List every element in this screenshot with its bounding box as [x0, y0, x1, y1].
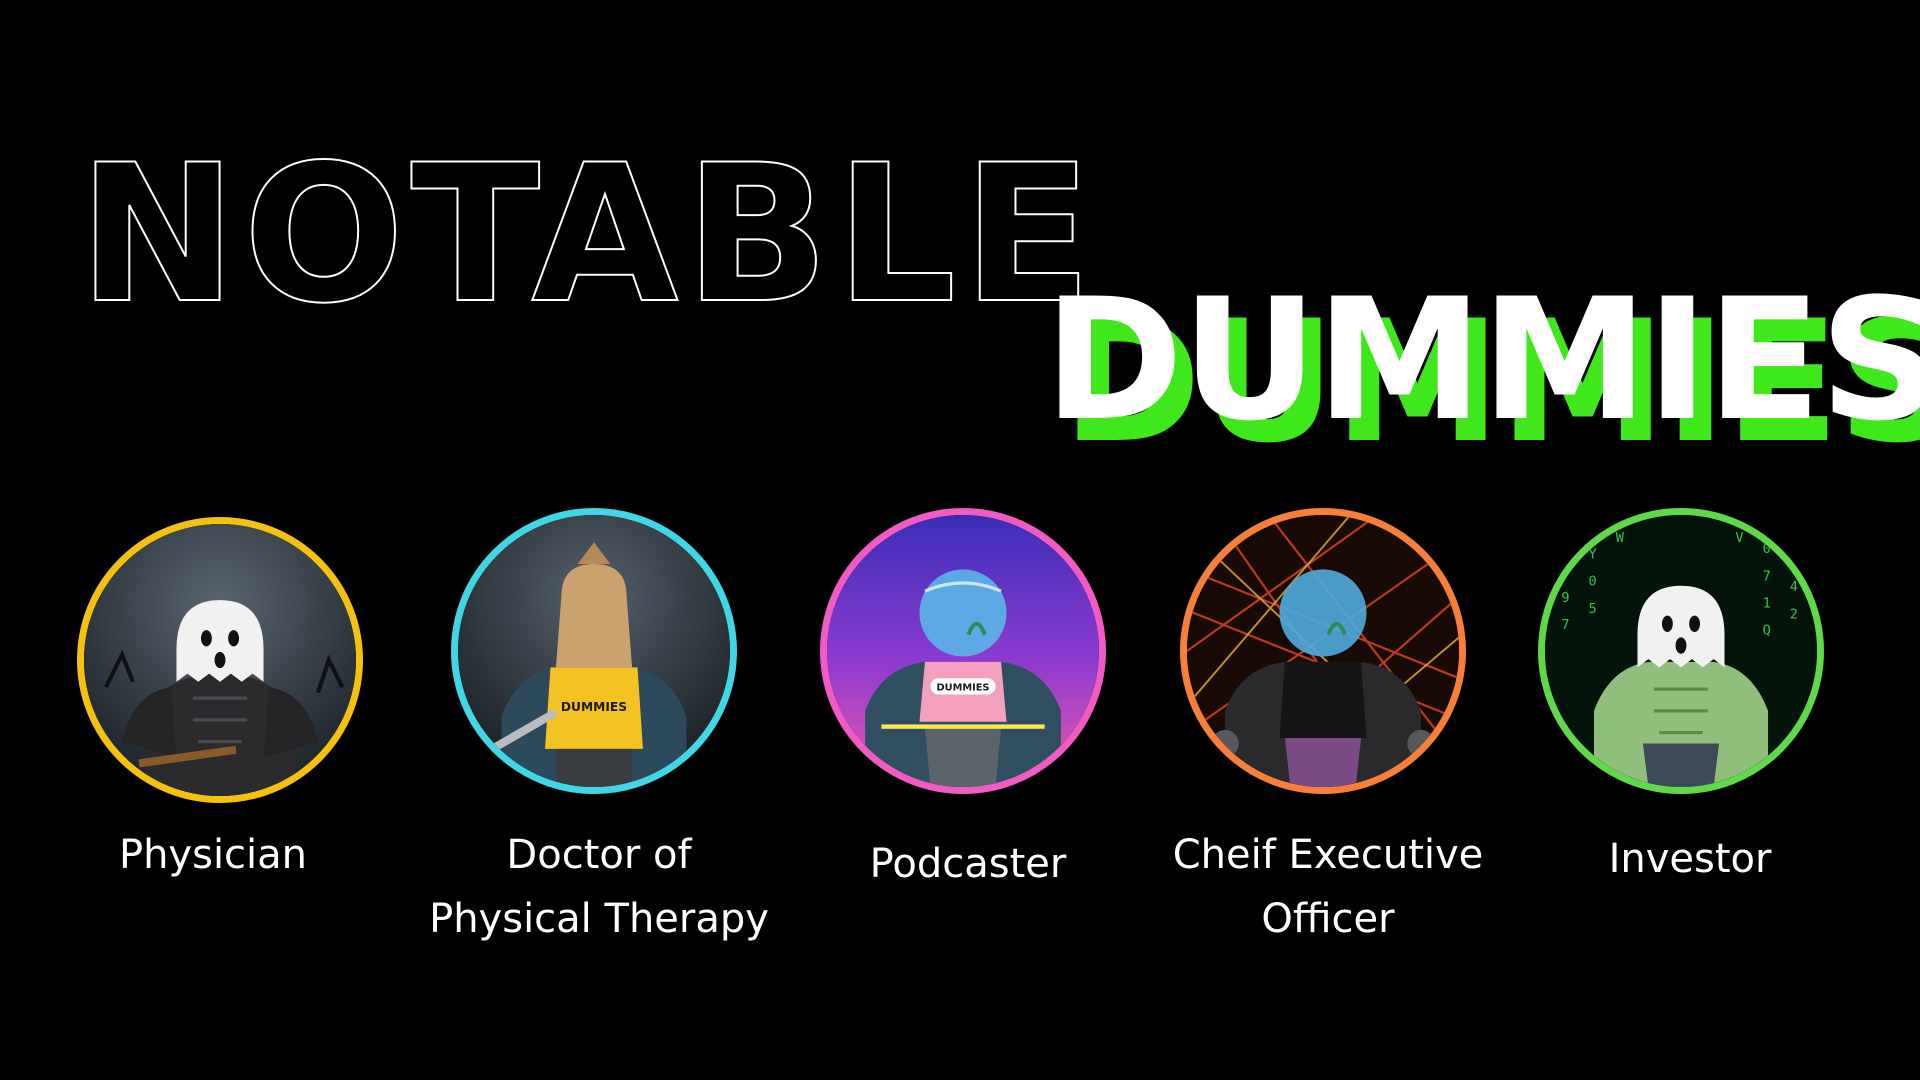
svg-text:7: 7	[1763, 568, 1771, 584]
label-investor: Investor	[1608, 836, 1772, 882]
avatar-doctor-of-physical-therapy: DUMMIES	[451, 508, 737, 794]
svg-text:2: 2	[1790, 606, 1798, 622]
avatar-podcaster: DUMMIES	[820, 508, 1106, 794]
svg-text:9: 9	[1561, 590, 1569, 606]
avatar-investor: 1097 Y05 071Q 842 WV	[1538, 508, 1824, 794]
svg-text:DUMMIES: DUMMIES	[937, 683, 990, 694]
svg-text:5: 5	[1589, 601, 1597, 617]
label-physician: Physician	[118, 832, 308, 878]
ghost-head-muscle-character-icon: 1097 Y05 071Q 842 WV	[1545, 515, 1817, 787]
svg-text:DUMMIES: DUMMIES	[561, 700, 627, 714]
label-podcaster: Podcaster	[869, 841, 1067, 887]
sack-head-muscle-character-icon: DUMMIES	[458, 515, 730, 787]
svg-text:7: 7	[1561, 617, 1569, 633]
svg-text:1: 1	[1763, 595, 1771, 611]
svg-text:4: 4	[1790, 579, 1798, 595]
svg-text:Q: Q	[1763, 623, 1771, 639]
svg-text:V: V	[1735, 530, 1743, 546]
avatar-physician	[77, 517, 363, 803]
label-cheif-executive-officer: Cheif Executive Officer	[1172, 832, 1484, 942]
svg-text:0: 0	[1589, 574, 1597, 590]
svg-text:0: 0	[1763, 541, 1771, 557]
fishbowl-head-muscle-character-icon	[1187, 515, 1459, 787]
fishbowl-head-muscle-character-icon: DUMMIES	[827, 515, 1099, 787]
svg-text:Y: Y	[1589, 547, 1597, 563]
title-dummies: DUMMIES	[1044, 262, 1920, 458]
avatar-cheif-executive-officer	[1180, 508, 1466, 794]
svg-text:W: W	[1616, 530, 1625, 546]
ghost-head-muscle-character-icon	[84, 524, 356, 796]
label-doctor-of-physical-therapy: Doctor of Physical Therapy	[429, 832, 769, 942]
